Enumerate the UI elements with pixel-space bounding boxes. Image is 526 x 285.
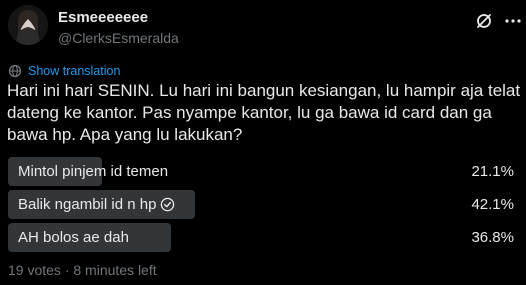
poll-option-label: AH bolos ae dah: [18, 229, 129, 246]
poll-meta: 19 votes · 8 minutes left: [8, 262, 157, 278]
poll-option: AH bolos ae dah 36.8%: [8, 223, 518, 252]
poll: Mintol pinjem id temen 21.1% Balik ngamb…: [8, 157, 518, 256]
check-circle-icon: [161, 197, 175, 212]
poll-option-percent: 36.8%: [471, 229, 514, 246]
avatar[interactable]: [8, 5, 48, 45]
globe-icon: [8, 64, 22, 78]
show-translation-link[interactable]: Show translation: [8, 64, 120, 78]
display-name[interactable]: Esmeeeeeee: [58, 9, 148, 26]
poll-option: Balik ngambil id n hp 42.1%: [8, 190, 518, 219]
poll-option-text: AH bolos ae dah: [18, 229, 129, 246]
avatar-image: [8, 5, 48, 45]
grok-icon[interactable]: [474, 11, 494, 31]
poll-option-percent: 42.1%: [471, 196, 514, 213]
poll-option-text: Mintol pinjem id temen: [18, 163, 169, 180]
user-handle[interactable]: @ClerksEsmeralda: [58, 30, 179, 46]
show-translation-label: Show translation: [28, 64, 121, 78]
poll-option-label: Mintol pinjem id temen: [18, 163, 168, 180]
poll-option: Mintol pinjem id temen 21.1%: [8, 157, 518, 186]
poll-option-text: Balik ngambil id n hp: [18, 196, 157, 213]
tweet-text: Hari ini hari SENIN. Lu hari ini bangun …: [7, 81, 525, 144]
poll-option-label: Balik ngambil id n hp: [18, 196, 175, 213]
more-icon[interactable]: [503, 11, 523, 31]
poll-option-percent: 21.1%: [471, 163, 514, 180]
